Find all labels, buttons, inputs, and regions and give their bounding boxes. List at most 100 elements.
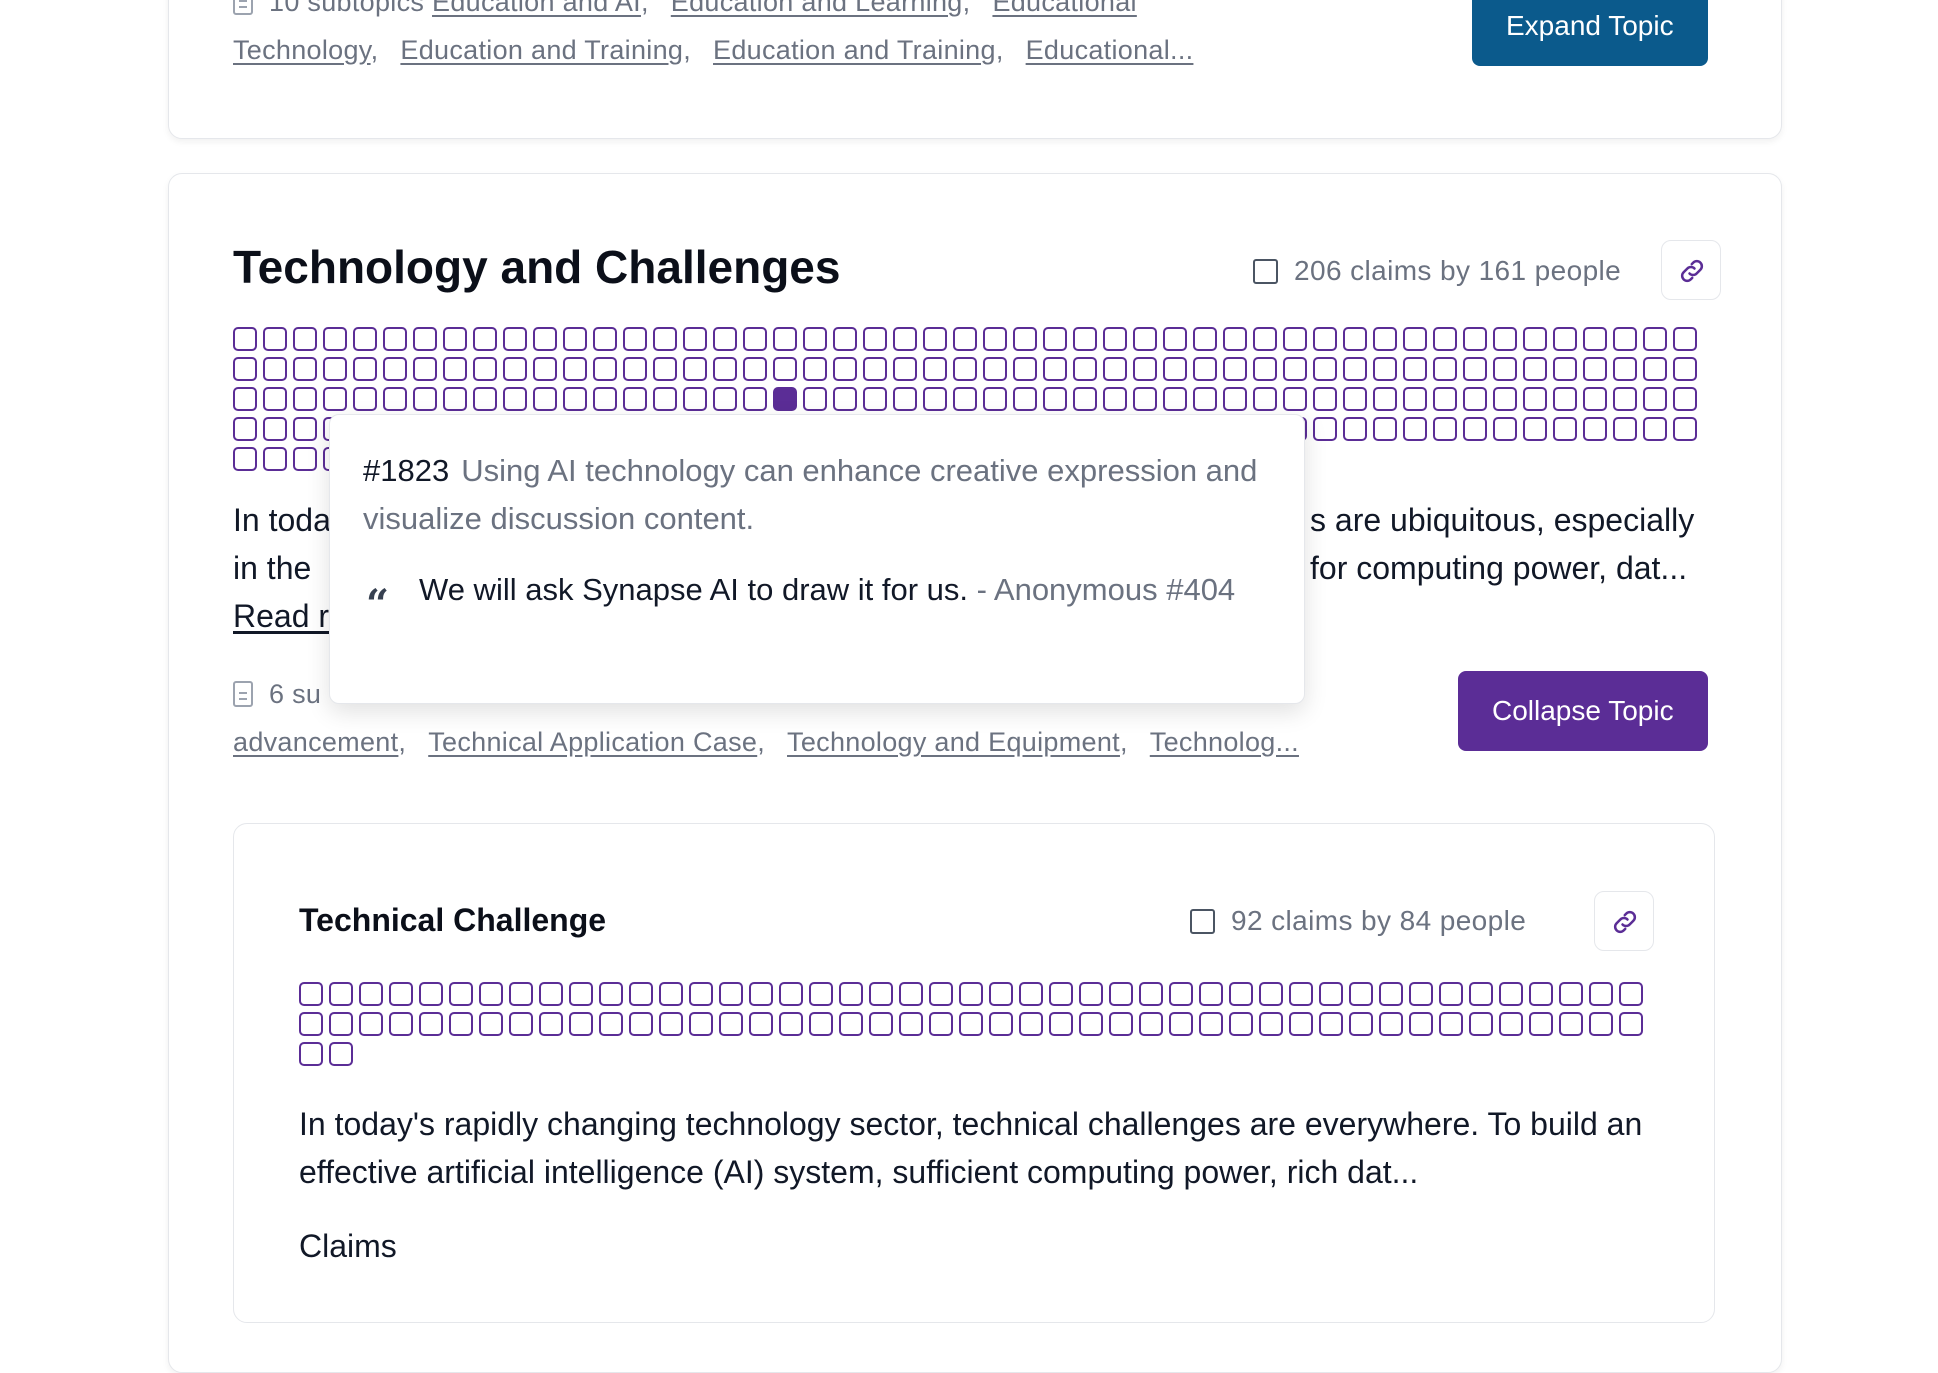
claim-square[interactable]	[1229, 982, 1253, 1006]
claim-square[interactable]	[233, 417, 257, 441]
claim-square[interactable]	[263, 327, 287, 351]
claim-square[interactable]	[1673, 417, 1697, 441]
claim-square[interactable]	[1229, 1012, 1253, 1036]
claim-square[interactable]	[473, 387, 497, 411]
claim-square[interactable]	[839, 982, 863, 1006]
claim-square[interactable]	[1259, 982, 1283, 1006]
claim-square[interactable]	[1373, 357, 1397, 381]
claim-square[interactable]	[1223, 357, 1247, 381]
claim-square[interactable]	[1643, 327, 1667, 351]
claim-square[interactable]	[1673, 387, 1697, 411]
claim-square[interactable]	[1553, 327, 1577, 351]
claim-square[interactable]	[233, 357, 257, 381]
claim-square[interactable]	[1553, 417, 1577, 441]
claim-square[interactable]	[683, 327, 707, 351]
expand-topic-button[interactable]: Expand Topic	[1472, 0, 1708, 66]
claim-square[interactable]	[449, 1012, 473, 1036]
claim-square[interactable]	[1403, 327, 1427, 351]
claim-square[interactable]	[1133, 327, 1157, 351]
claim-square[interactable]	[629, 982, 653, 1006]
claim-square[interactable]	[1169, 982, 1193, 1006]
claim-square[interactable]	[659, 1012, 683, 1036]
claim-square[interactable]	[1469, 1012, 1493, 1036]
claim-square[interactable]	[1529, 1012, 1553, 1036]
claim-square[interactable]	[299, 1042, 323, 1066]
claim-square[interactable]	[743, 357, 767, 381]
claim-square[interactable]	[293, 417, 317, 441]
claim-square[interactable]	[1403, 387, 1427, 411]
claim-square[interactable]	[1169, 1012, 1193, 1036]
claim-square[interactable]	[263, 357, 287, 381]
claim-square[interactable]	[959, 1012, 983, 1036]
claim-square[interactable]	[899, 1012, 923, 1036]
claim-square[interactable]	[359, 1012, 383, 1036]
claim-square[interactable]	[1583, 417, 1607, 441]
claim-square[interactable]	[1043, 387, 1067, 411]
claim-square[interactable]	[443, 387, 467, 411]
claim-square[interactable]	[1463, 327, 1487, 351]
claim-square[interactable]	[1073, 387, 1097, 411]
claim-square[interactable]	[569, 982, 593, 1006]
claim-square[interactable]	[1343, 387, 1367, 411]
claim-square[interactable]	[263, 387, 287, 411]
subtopic-link[interactable]: Education and AI	[432, 0, 641, 17]
claim-square[interactable]	[1439, 982, 1463, 1006]
claim-square[interactable]	[1013, 357, 1037, 381]
claim-square[interactable]	[773, 357, 797, 381]
subtopic-link[interactable]: Technical Application Case	[428, 727, 757, 757]
subtopic-link[interactable]: Educational...	[1026, 35, 1194, 65]
claim-square[interactable]	[653, 387, 677, 411]
claim-square[interactable]	[293, 387, 317, 411]
claim-square[interactable]	[1499, 982, 1523, 1006]
claim-square[interactable]	[1079, 982, 1103, 1006]
subtopic-link[interactable]: Education and Learning	[671, 0, 963, 17]
claim-square[interactable]	[473, 357, 497, 381]
claim-square[interactable]	[1019, 982, 1043, 1006]
claim-square[interactable]	[1013, 327, 1037, 351]
subtopic-link[interactable]: Education and Training	[713, 35, 996, 65]
claim-square[interactable]	[1463, 417, 1487, 441]
claim-square[interactable]	[413, 327, 437, 351]
claim-square[interactable]	[803, 327, 827, 351]
claim-square[interactable]	[1199, 982, 1223, 1006]
claim-square[interactable]	[1313, 357, 1337, 381]
claim-square[interactable]	[719, 982, 743, 1006]
claim-square[interactable]	[1079, 1012, 1103, 1036]
claim-square[interactable]	[1529, 982, 1553, 1006]
claim-square[interactable]	[1463, 387, 1487, 411]
claim-square[interactable]	[1043, 327, 1067, 351]
claim-square[interactable]	[383, 357, 407, 381]
claim-square[interactable]	[869, 982, 893, 1006]
claim-square[interactable]	[689, 1012, 713, 1036]
claim-square[interactable]	[533, 387, 557, 411]
claim-square[interactable]	[533, 357, 557, 381]
claim-square[interactable]	[803, 357, 827, 381]
claim-square[interactable]	[389, 982, 413, 1006]
claim-square[interactable]	[719, 1012, 743, 1036]
claim-square[interactable]	[1523, 387, 1547, 411]
claim-square[interactable]	[1613, 387, 1637, 411]
claim-square[interactable]	[1613, 327, 1637, 351]
claim-square[interactable]	[1049, 982, 1073, 1006]
read-more-link[interactable]: Read r	[233, 592, 329, 640]
claim-square[interactable]	[743, 327, 767, 351]
copy-link-button[interactable]	[1661, 240, 1721, 300]
claim-square[interactable]	[989, 1012, 1013, 1036]
claim-square[interactable]	[1493, 327, 1517, 351]
claim-square[interactable]	[1583, 357, 1607, 381]
claim-square[interactable]	[1103, 327, 1127, 351]
claim-square[interactable]	[1403, 357, 1427, 381]
claim-square[interactable]	[323, 387, 347, 411]
claim-square[interactable]	[809, 1012, 833, 1036]
claim-square[interactable]	[1493, 387, 1517, 411]
claim-square[interactable]	[1643, 357, 1667, 381]
claim-square[interactable]	[773, 387, 797, 411]
claim-square[interactable]	[1493, 357, 1517, 381]
claim-square[interactable]	[629, 1012, 653, 1036]
claim-square[interactable]	[233, 327, 257, 351]
claim-square[interactable]	[419, 982, 443, 1006]
claim-square[interactable]	[839, 1012, 863, 1036]
claim-square[interactable]	[1133, 387, 1157, 411]
claim-square[interactable]	[1343, 327, 1367, 351]
claim-square[interactable]	[509, 1012, 533, 1036]
